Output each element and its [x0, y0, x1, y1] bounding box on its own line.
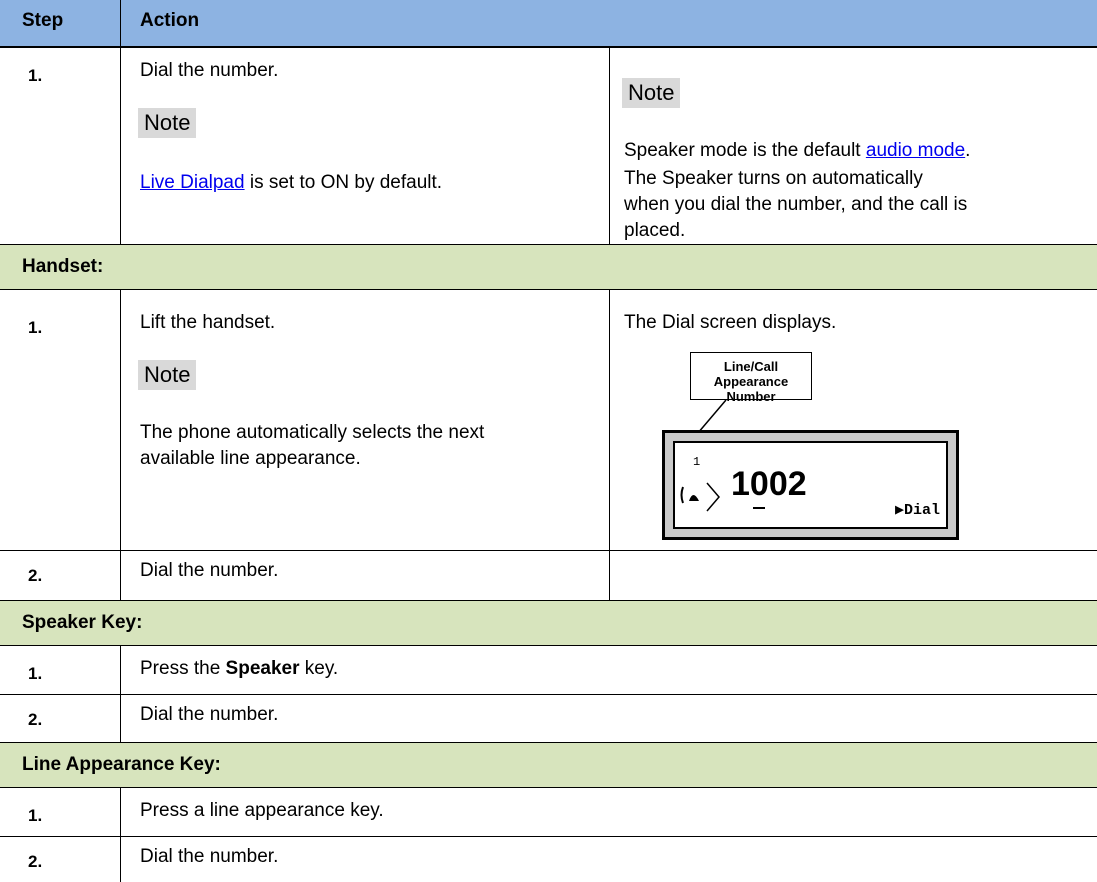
handset-icon: [680, 482, 720, 512]
action-text: Press the Speaker key.: [140, 656, 338, 682]
result-line2: The Speaker turns on automatically: [624, 168, 923, 189]
action-suffix: key.: [299, 658, 339, 679]
step-number: 2.: [28, 852, 43, 871]
step-number: 1.: [28, 318, 43, 337]
row-divider: [0, 836, 1097, 837]
result-text: The Dial screen displays.: [624, 312, 837, 333]
action-prefix: Press the: [140, 658, 226, 679]
note-line2: available line appearance.: [140, 448, 361, 469]
divider: [120, 46, 121, 244]
divider: [120, 0, 121, 46]
note-label: Note: [138, 360, 197, 390]
section-title: Handset:: [22, 256, 104, 277]
phone-display-screen: 1 1002 ▶Dial: [673, 441, 948, 529]
callout-box: Line/Call Appearance Number: [690, 352, 812, 404]
step-number: 2.: [28, 710, 43, 729]
result-line1: Speaker mode is the default audio mode.: [624, 138, 970, 164]
result-suffix: .: [965, 140, 971, 161]
line-number: 1: [693, 455, 701, 469]
row-divider: [0, 694, 1097, 695]
action-text: Dial the number.: [140, 60, 279, 81]
section-handset: [0, 244, 1097, 290]
callout-line1: Line/Call Appearance: [713, 359, 789, 389]
divider: [120, 290, 121, 600]
note-line1: The phone automatically selects the next: [140, 422, 485, 443]
divider: [120, 646, 121, 742]
note-rest: is set to ON by default.: [244, 172, 443, 193]
divider: [609, 290, 610, 600]
play-arrow-icon: ▶: [894, 502, 904, 519]
step-number: 1.: [28, 806, 43, 825]
action-text: Dial the number.: [140, 560, 279, 581]
step-number: 1.: [28, 66, 43, 85]
result-note-label: Note: [622, 78, 681, 108]
cursor: [753, 507, 765, 509]
section-title: Speaker Key:: [22, 612, 143, 633]
header-step: Step: [22, 10, 64, 31]
audio-mode-link[interactable]: audio mode: [866, 140, 965, 161]
speaker-key-label: Speaker: [225, 658, 300, 679]
action-text: Dial the number.: [140, 704, 279, 725]
softkey-label: Dial: [903, 502, 940, 519]
action-text: Lift the handset.: [140, 312, 276, 333]
result-line4: placed.: [624, 220, 686, 241]
step-number: 2.: [28, 566, 43, 585]
row-divider: [0, 550, 1097, 551]
section-speaker-key: [0, 600, 1097, 646]
dialed-number: 1002: [731, 465, 807, 503]
dial-softkey[interactable]: ▶Dial: [895, 500, 940, 519]
note-label: Note: [138, 108, 197, 138]
result-line3: when you dial the number, and the call i…: [624, 194, 968, 215]
note-text: Live Dialpad is set to ON by default.: [140, 170, 442, 196]
phone-display: 1 1002 ▶Dial: [662, 430, 959, 540]
divider: [120, 788, 121, 882]
action-text: Dial the number.: [140, 846, 279, 867]
result-prefix: Speaker mode is the default: [624, 140, 866, 161]
header-action: Action: [140, 10, 200, 31]
live-dialpad-link[interactable]: Live Dialpad: [140, 172, 245, 193]
section-title: Line Appearance Key:: [22, 754, 221, 775]
action-text: Press a line appearance key.: [140, 800, 384, 821]
step-number: 1.: [28, 664, 43, 683]
divider: [609, 46, 610, 244]
